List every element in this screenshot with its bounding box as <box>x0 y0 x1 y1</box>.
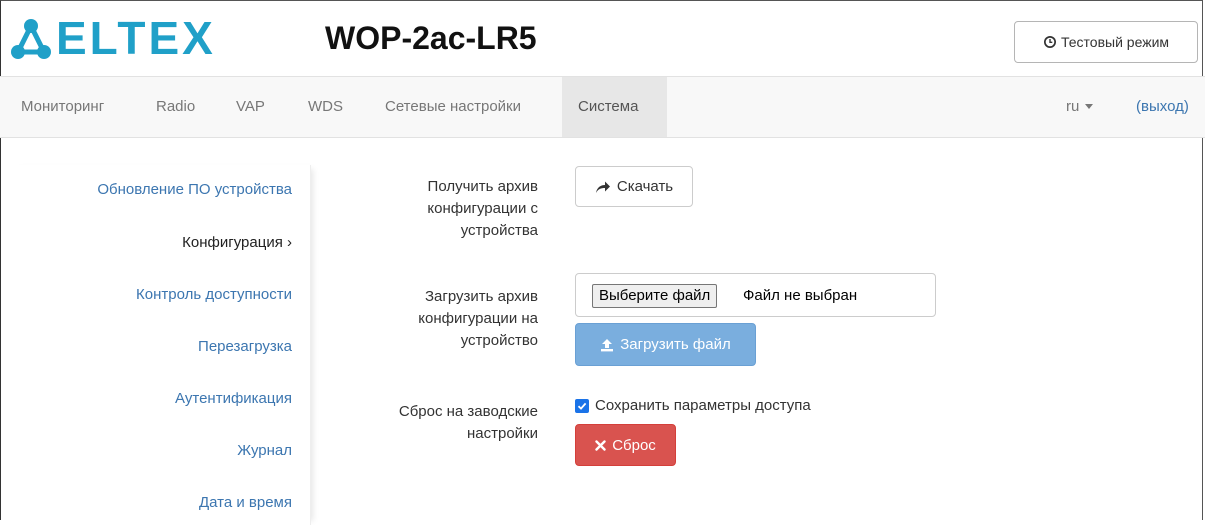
caret-down-icon <box>1085 104 1094 109</box>
nav-item-system[interactable]: Система <box>562 77 667 137</box>
page-title: WOP-2ac-LR5 <box>325 20 537 56</box>
logout-link[interactable]: (выход) <box>1136 77 1189 137</box>
choose-file-button[interactable]: Выберите файл <box>592 284 718 308</box>
keep-access-checkbox-row[interactable]: Сохранить параметры доступа <box>575 397 811 414</box>
sidebar-item-configuration[interactable]: Конфигурация › <box>182 234 292 251</box>
sidebar-item-firmware-update[interactable]: Обновление ПО устройства <box>97 181 292 198</box>
checkmark-icon <box>577 402 587 410</box>
test-mode-button[interactable]: Тестовый режим <box>1014 21 1198 63</box>
top-navbar: Мониторинг Radio VAP WDS Сетевые настрой… <box>0 76 1205 138</box>
reset-button[interactable]: Сброс <box>575 424 676 466</box>
close-icon <box>595 439 606 451</box>
download-config-label: Получить архив конфигурации с устройства <box>427 178 538 239</box>
keep-access-checkbox[interactable] <box>575 398 589 413</box>
nav-item-network-settings[interactable]: Сетевые настройки <box>369 77 537 137</box>
factory-reset-label: Сброс на заводские настройки <box>398 403 538 442</box>
keep-access-label: Сохранить параметры доступа <box>595 397 811 414</box>
upload-icon <box>601 338 614 351</box>
logo-mark-icon <box>11 19 51 59</box>
sidebar-item-date-time[interactable]: Дата и время <box>199 494 292 511</box>
upload-config-label: Загрузить архив конфигурации на устройст… <box>418 288 538 349</box>
nav-item-wds[interactable]: WDS <box>292 77 359 137</box>
nav-item-radio[interactable]: Radio <box>140 77 211 137</box>
header: ELTEX WOP-2ac-LR5 Тестовый режим <box>0 0 1205 76</box>
sidebar-item-journal[interactable]: Журнал <box>237 442 292 459</box>
nav-item-vap[interactable]: VAP <box>220 77 281 137</box>
file-status: Файл не выбран <box>743 287 858 304</box>
nav-item-monitoring[interactable]: Мониторинг <box>5 77 120 137</box>
language-label: ru <box>1066 98 1080 115</box>
logo-text: ELTEX <box>56 12 216 64</box>
sidebar-item-availability-control[interactable]: Контроль доступности <box>136 286 292 303</box>
upload-file-button[interactable]: Загрузить файл <box>575 323 756 366</box>
download-button-label: Скачать <box>616 178 674 195</box>
reset-button-label: Сброс <box>612 436 656 454</box>
eltex-logo: ELTEX <box>8 10 248 66</box>
share-arrow-icon <box>595 181 610 193</box>
clock-icon <box>1043 36 1056 48</box>
sidebar: Обновление ПО устройства Конфигурация › … <box>10 165 311 525</box>
sidebar-item-reboot[interactable]: Перезагрузка <box>198 338 292 355</box>
upload-file-button-label: Загрузить файл <box>620 336 731 353</box>
download-button[interactable]: Скачать <box>575 166 693 207</box>
file-input[interactable]: Выберите файл Файл не выбран <box>575 273 936 317</box>
test-mode-label: Тестовый режим <box>1060 34 1170 50</box>
language-dropdown[interactable]: ru <box>1066 77 1094 137</box>
sidebar-item-authentication[interactable]: Аутентификация <box>175 390 292 407</box>
